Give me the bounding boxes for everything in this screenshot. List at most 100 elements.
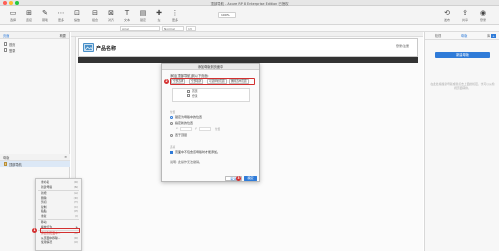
- zoom-select[interactable]: 100%: [218, 12, 236, 18]
- lock-position-radio[interactable]: [170, 115, 173, 119]
- zoom-control[interactable]: 100%: [218, 12, 236, 18]
- product-name-text: 产品名称: [96, 46, 117, 52]
- toolbar-label: 缩放: [73, 17, 80, 22]
- master-icon: [4, 162, 7, 166]
- menu-item-label: 使用情况: [41, 240, 53, 245]
- page-icon: [4, 48, 7, 52]
- connect-tool[interactable]: ⊞ 连接: [22, 6, 36, 25]
- select-tool[interactable]: ▭ 选择: [6, 6, 20, 25]
- new-position-radio[interactable]: [170, 121, 173, 125]
- right-panel-tabs: 检视 母版 库: [425, 32, 499, 40]
- only-if-absent-option[interactable]: 页面中不包含该母版时才能添加。: [170, 150, 220, 154]
- ok-button[interactable]: 确定: [244, 176, 257, 181]
- text-tool[interactable]: T 文本: [120, 6, 134, 25]
- select-icon: ▭: [9, 8, 17, 17]
- window-title: 顶部导航 - Axure RP 8 Enterprise Edition 已授权: [210, 1, 289, 6]
- page-checkbox[interactable]: [187, 89, 190, 93]
- font-size-select[interactable]: 13: [186, 26, 196, 31]
- format-bar: Arial Normal 13: [0, 25, 499, 32]
- login-button[interactable]: ◉ 登录: [476, 6, 490, 25]
- group-tool[interactable]: ⊟ 组合: [88, 6, 102, 25]
- left-tool[interactable]: ✚ 左: [152, 6, 166, 25]
- page-icon: [4, 42, 7, 46]
- publish-icon: ⟲: [444, 8, 450, 17]
- menu-item-label: 重复: [41, 213, 47, 218]
- options-section-title: 选项: [170, 146, 176, 149]
- toolbar-label: 选择: [9, 17, 16, 22]
- more-icon: ⋯: [57, 8, 65, 17]
- scale-icon: ⊡: [74, 8, 80, 17]
- toolbar-label: 对齐: [107, 17, 114, 22]
- font-style-select[interactable]: Normal: [162, 26, 184, 31]
- y-label: y:: [195, 127, 198, 130]
- lock-tool[interactable]: ▤ 锁定: [136, 6, 150, 25]
- group-icon: ⊟: [92, 8, 98, 17]
- more2-icon: ⋮: [171, 8, 179, 17]
- masters-panel: 母版 ⊕ 顶部导航: [0, 154, 70, 167]
- bring-to-front-option[interactable]: 置于顶层: [170, 133, 187, 137]
- context-menu-item[interactable]: 使用情况 (U): [36, 240, 81, 245]
- align-tool[interactable]: ⊠ 对齐: [104, 6, 118, 25]
- menu-item-shortcut: (I): [74, 213, 78, 218]
- toolbar-label: 发布: [443, 17, 450, 22]
- dialog-note: 说明: 此操作无法撤销。: [170, 160, 202, 164]
- menu-item-shortcut: (U): [73, 240, 78, 245]
- toolbar-label: 锁定: [139, 17, 146, 22]
- logo-image-icon: [83, 43, 94, 52]
- main-toolbar: ▭ 选择 ⊞ 连接 ✎ 钢笔 ⋯ 更多 ⊡ 缩放 ⊟ 组合 ⊠ 对齐 T 文本 ▤ 锁定 ✚ 左 ⋮ 更多 100% ⟲ 发…: [0, 6, 499, 25]
- masters-hint-text: 在此处拖拽新母版或者点击上面的按钮，也可以从检视页面转换。: [430, 82, 495, 90]
- menu-item-shortcut: (N): [73, 184, 78, 189]
- pages-tree: 首页 登录: [0, 39, 69, 53]
- tab-inspector[interactable]: 检视: [435, 33, 441, 38]
- page-item[interactable]: 登录: [0, 47, 69, 53]
- lock-position-option[interactable]: 锁定为母版中的位置: [170, 115, 202, 119]
- horizontal-ruler: [71, 32, 423, 37]
- text-icon: T: [124, 8, 130, 17]
- toolbar-label: 更多: [171, 17, 178, 22]
- page-check-row[interactable]: 登录: [173, 94, 249, 99]
- masters-title: 母版: [3, 155, 10, 160]
- publish-button[interactable]: ⟲ 发布: [440, 6, 454, 25]
- left-icon: ✚: [156, 8, 162, 17]
- toolbar-label: 钢笔: [41, 17, 48, 22]
- page-checkbox[interactable]: [187, 94, 190, 98]
- coord-hint: 位置: [215, 128, 221, 131]
- highlight-frame: [170, 78, 255, 85]
- step-badge: 2: [164, 79, 169, 84]
- connect-icon: ⊞: [26, 8, 32, 17]
- pen-tool[interactable]: ✎ 钢笔: [38, 6, 52, 25]
- position-section-title: 位置: [170, 111, 176, 114]
- right-panel: 检视 母版 库 + 新建母版 在此处拖拽新母版或者点击上面的按钮，也可以从检视页…: [424, 32, 499, 251]
- toolbar-label: 左: [157, 17, 161, 22]
- add-library-icon[interactable]: +: [491, 34, 496, 38]
- more2-tool[interactable]: ⋮ 更多: [168, 6, 182, 25]
- login-icon: ◉: [479, 8, 487, 17]
- header-widget[interactable]: 产品名称 登录/注册: [78, 38, 418, 57]
- context-menu-item[interactable]: 重复 (I): [36, 214, 81, 219]
- tab-libraries[interactable]: 库: [487, 33, 490, 38]
- step-badge-3: 3: [236, 176, 241, 181]
- bring-to-front-radio[interactable]: [170, 133, 173, 137]
- tab-masters[interactable]: 母版: [461, 33, 467, 38]
- pages-tab[interactable]: 页面: [3, 33, 9, 38]
- share-icon: ⇪: [462, 8, 468, 17]
- outline-tab[interactable]: 概要: [60, 33, 66, 38]
- x-label: x:: [176, 127, 179, 130]
- x-input[interactable]: [180, 127, 192, 131]
- add-master-icon[interactable]: ⊕: [64, 155, 67, 159]
- share-button[interactable]: ⇪ 共享: [458, 6, 472, 25]
- only-if-absent-checkbox[interactable]: [170, 150, 173, 154]
- login-register-link[interactable]: 登录/注册: [396, 44, 409, 48]
- scale-tool[interactable]: ⊡ 缩放: [70, 6, 84, 25]
- pen-icon: ✎: [42, 8, 48, 17]
- new-position-option[interactable]: 指定新的位置: [170, 121, 193, 125]
- masters-panel-header: 母版 ⊕: [0, 154, 70, 161]
- font-family-select[interactable]: Arial: [120, 26, 160, 31]
- y-input[interactable]: [199, 127, 211, 131]
- new-master-button[interactable]: 新建母版: [435, 52, 490, 58]
- highlight-frame-menu: [40, 228, 80, 233]
- context-menu-item[interactable]: 新建母版 (N): [36, 185, 81, 190]
- master-context-menu: 重命名 (R) 新建母版 (N) 新增 (A) 删除 (D) 剪切 (T) 复制 (C) 粘贴 (P) 重复…: [35, 178, 82, 251]
- master-item-selected[interactable]: 顶部导航: [0, 161, 70, 167]
- more-tool[interactable]: ⋯ 更多: [54, 6, 68, 25]
